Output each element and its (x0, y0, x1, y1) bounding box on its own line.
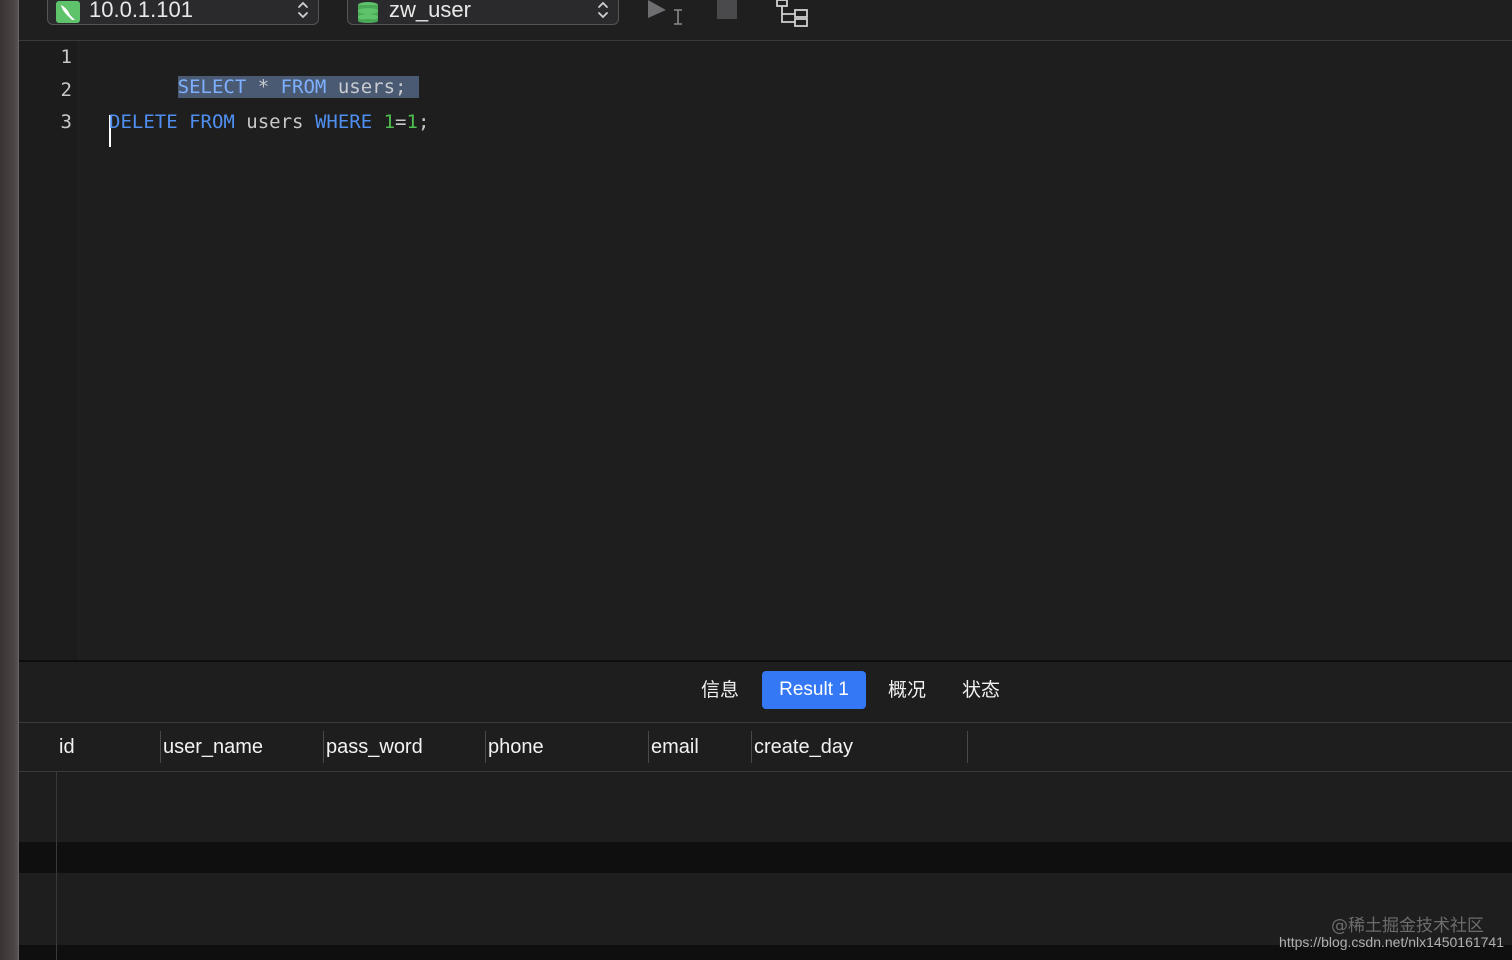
database-selector-value: zw_user (389, 0, 471, 22)
tab-status[interactable]: 状态 (948, 671, 1014, 709)
line-number-gutter: 1 2 3 (19, 41, 79, 660)
database-icon (358, 2, 378, 23)
code-identifier: users; (326, 76, 407, 98)
keyword-select: SELECT (177, 76, 247, 98)
column-divider[interactable] (967, 731, 968, 763)
database-selector[interactable]: zw_user (347, 0, 619, 25)
tab-result-1[interactable]: Result 1 (762, 671, 866, 709)
line-number: 3 (60, 111, 72, 133)
code-terminator: ; (417, 111, 430, 133)
mysql-dolphin-icon (56, 1, 80, 23)
chevron-updown-icon (298, 1, 308, 19)
watermark-text: @稀土掘金技术社区 (1331, 916, 1484, 936)
keyword-where: WHERE (314, 111, 373, 133)
result-grid-header: id user_name pass_word phone email creat… (19, 723, 1512, 772)
column-header-email[interactable]: email (648, 723, 749, 771)
tab-overview[interactable]: 概况 (874, 671, 940, 709)
code-operator: = (395, 111, 407, 133)
run-play-icon[interactable] (644, 0, 688, 28)
code-line-1: SELECT * FROM users; (109, 42, 420, 98)
code-identifier: users (234, 111, 315, 133)
code-number: 1 (383, 111, 396, 133)
app-window: 10.0.1.101 zw_user 1 2 3 SELECT * FROM u… (0, 0, 1512, 960)
code-operator: * (246, 76, 281, 98)
keyword-from: FROM (189, 111, 235, 133)
keyword-from: FROM (280, 76, 327, 98)
result-tab-bar: 信息 Result 1 概况 状态 (19, 662, 1512, 723)
column-header-user-name[interactable]: user_name (160, 723, 321, 771)
window-left-edge (0, 0, 19, 960)
code-line-3: DELETE FROM users WHERE 1=1; (109, 107, 429, 137)
row-number-divider (56, 771, 57, 960)
host-selector[interactable]: 10.0.1.101 (47, 0, 319, 25)
column-header-id[interactable]: id (56, 723, 157, 771)
chevron-updown-icon (598, 1, 608, 19)
tree-structure-icon[interactable] (775, 0, 811, 28)
column-header-phone[interactable]: phone (485, 723, 646, 771)
sql-editor[interactable]: SELECT * FROM users; DELETE FROM users W… (79, 41, 1512, 660)
host-selector-value: 10.0.1.101 (89, 0, 193, 22)
column-header-pass-word[interactable]: pass_word (323, 723, 484, 771)
keyword-delete: DELETE (109, 111, 178, 133)
stop-icon[interactable] (717, 0, 739, 22)
line-number: 1 (60, 46, 72, 68)
table-row (19, 772, 1512, 842)
code-number: 1 (406, 111, 418, 133)
column-header-create-day[interactable]: create_day (751, 723, 964, 771)
selected-text: SELECT * FROM users; (177, 76, 420, 98)
table-row (19, 842, 1512, 873)
query-toolbar: 10.0.1.101 zw_user (19, 0, 1512, 41)
tab-info[interactable]: 信息 (687, 671, 753, 709)
line-number: 2 (60, 79, 72, 101)
watermark-url: https://blog.csdn.net/nlx1450161741 (1279, 934, 1504, 950)
